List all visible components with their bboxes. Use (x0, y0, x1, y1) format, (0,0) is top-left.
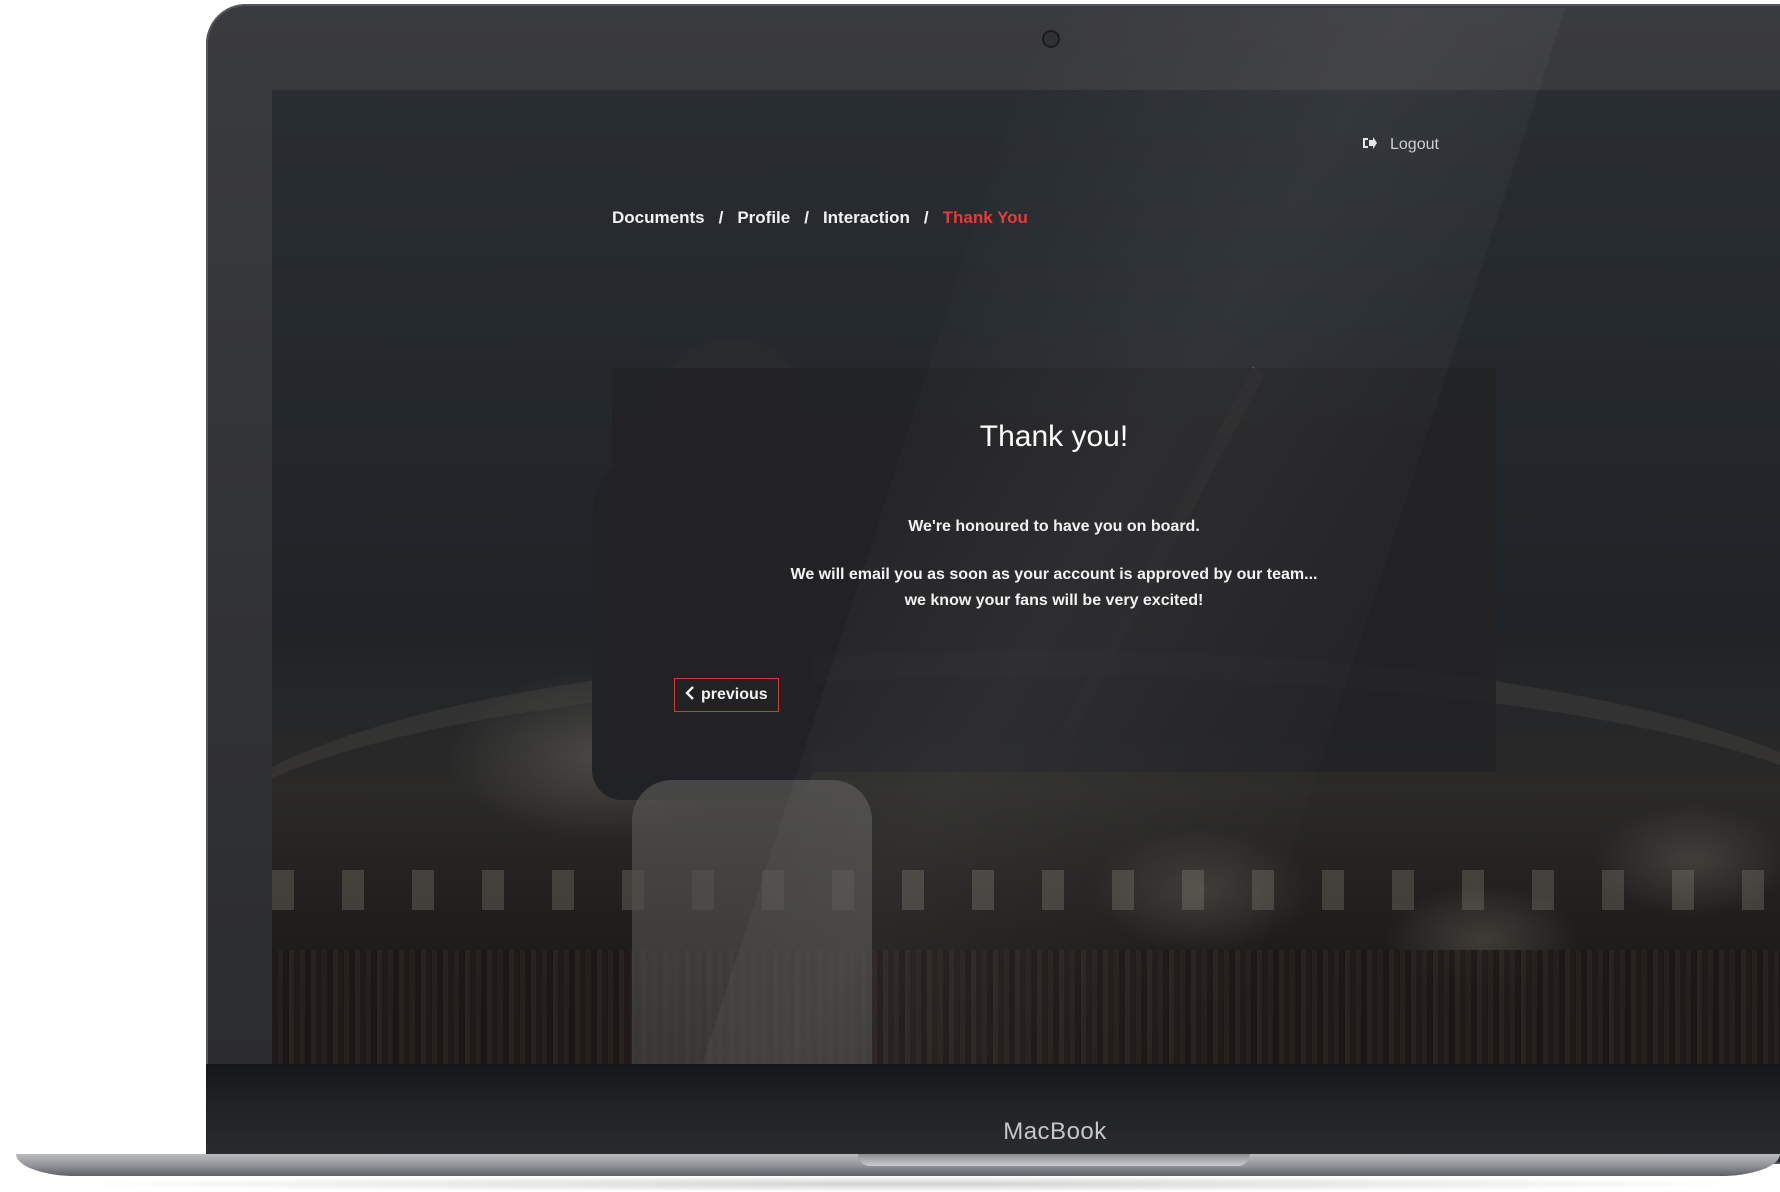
breadcrumb-item-thank-you: Thank You (942, 208, 1028, 227)
laptop-bezel (206, 1064, 1780, 1154)
breadcrumb-item-documents[interactable]: Documents (612, 208, 705, 228)
card-message-approval: We will email you as soon as your accoun… (612, 562, 1496, 614)
laptop-notch (858, 1154, 1250, 1166)
breadcrumb-separator: / (718, 208, 724, 227)
breadcrumb-item-profile[interactable]: Profile (737, 208, 790, 228)
sign-out-icon (1362, 136, 1378, 154)
previous-button[interactable]: previous (674, 678, 779, 712)
laptop-shadow (60, 1176, 1760, 1192)
card-message-welcome: We're honoured to have you on board. (908, 518, 1200, 535)
screen: Logout Documents / Profile / Interaction… (272, 90, 1780, 1064)
card-message-line: we know your fans will be very excited! (904, 592, 1204, 609)
breadcrumb-separator: / (923, 208, 929, 227)
previous-label: previous (701, 686, 768, 703)
logout-button[interactable]: Logout (1362, 136, 1439, 154)
page: Logout Documents / Profile / Interaction… (0, 0, 1780, 1192)
thank-you-card: Thank you! We're honoured to have you on… (612, 368, 1496, 772)
chevron-left-icon (685, 685, 695, 705)
card-title: Thank you! (979, 420, 1129, 453)
device-brand-label: MacBook (1003, 1118, 1107, 1145)
breadcrumb: Documents / Profile / Interaction / Than… (612, 208, 1028, 228)
camera-icon (1044, 32, 1058, 46)
breadcrumb-separator: / (804, 208, 809, 227)
card-message-line: We will email you as soon as your accoun… (790, 566, 1318, 583)
breadcrumb-item-interaction[interactable]: Interaction (823, 208, 910, 228)
logout-label: Logout (1390, 136, 1439, 153)
